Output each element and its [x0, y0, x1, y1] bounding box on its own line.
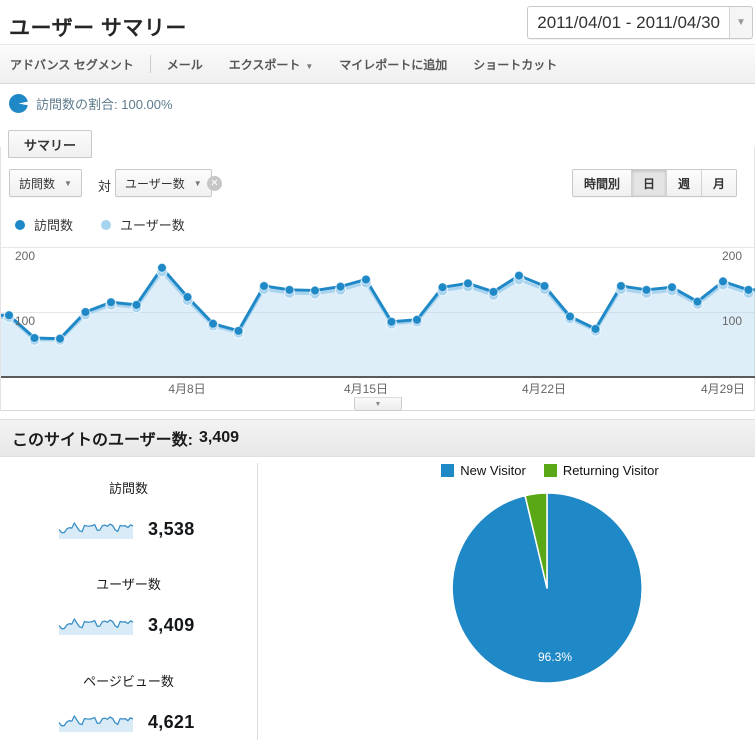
- visits-users-line-chart[interactable]: 200 100 200 100 4月8日 4月15日 4月22日 4月29日: [1, 239, 755, 411]
- visitor-type-legend: New Visitor Returning Visitor: [430, 463, 670, 478]
- x-tick-apr15: 4月15日: [344, 382, 388, 396]
- tab-summary[interactable]: サマリー: [8, 130, 93, 158]
- analytics-visitors-overview-page: ユーザー サマリー 2011/04/01 - 2011/04/30 ▼ アドバン…: [0, 0, 755, 740]
- toolbar-divider: [149, 55, 151, 73]
- metric-block-users: ユーザー数 3,409: [0, 574, 257, 636]
- y-tick-200-right: 200: [722, 249, 742, 263]
- granularity-month-button[interactable]: 月: [700, 170, 736, 196]
- chevron-down-icon: ▼: [193, 178, 202, 188]
- granularity-hourly-button[interactable]: 時間別: [572, 170, 631, 196]
- visits-sparkline[interactable]: [57, 519, 135, 540]
- email-button[interactable]: メール: [167, 56, 203, 73]
- advanced-segments-button[interactable]: アドバンス セグメント: [10, 56, 134, 73]
- granularity-button-group: 時間別 日 週 月: [571, 169, 737, 197]
- vs-label: 対: [98, 179, 112, 194]
- returning-visitor-legend-label: Returning Visitor: [562, 463, 659, 478]
- pageviews-sparkline[interactable]: [57, 712, 135, 733]
- close-icon[interactable]: ✕: [207, 176, 222, 191]
- new-visitor-legend-swatch-icon: [441, 464, 455, 477]
- collapse-arrow-icon: ▼: [374, 400, 382, 408]
- collapse-chart-button[interactable]: ▼: [354, 397, 402, 411]
- users-legend-dot-icon: [101, 219, 112, 230]
- add-to-dashboard-button[interactable]: マイレポートに追加: [339, 56, 447, 73]
- chart-legend: 訪問数 ユーザー数: [15, 215, 185, 234]
- site-users-label: このサイトのユーザー数:: [12, 432, 194, 449]
- chevron-down-icon: ▼: [305, 61, 314, 71]
- site-users-value: 3,409: [199, 429, 240, 446]
- chart-panel: 訪問数 ▼ 対 ユーザー数 ▼ ✕ 時間別 日 週 月 訪問数 ユーザー数 20…: [0, 147, 755, 411]
- metric-select-compare-label: ユーザー数: [125, 176, 185, 191]
- date-range-value[interactable]: 2011/04/01 - 2011/04/30: [528, 7, 730, 38]
- metric-users-label: ユーザー数: [96, 577, 161, 592]
- granularity-day-button[interactable]: 日: [630, 170, 666, 196]
- new-visitor-legend-label: New Visitor: [460, 463, 526, 478]
- x-tick-apr29: 4月29日: [701, 382, 745, 396]
- y-tick-200-left: 200: [15, 249, 35, 263]
- metric-users-value: 3,409: [148, 615, 195, 635]
- date-range-picker[interactable]: 2011/04/01 - 2011/04/30 ▼: [527, 6, 753, 39]
- export-button[interactable]: エクスポート ▼: [229, 56, 314, 73]
- visitor-type-pie-chart[interactable]: 96.3%: [437, 478, 657, 698]
- pie-percent-label: 96.3%: [538, 650, 572, 664]
- metric-visits-value: 3,538: [148, 519, 195, 539]
- y-tick-100-right: 100: [722, 314, 742, 328]
- granularity-week-button[interactable]: 週: [665, 170, 701, 196]
- page-title: ユーザー サマリー: [9, 17, 187, 40]
- visits-ratio-text: 訪問数の割合: 100.00%: [36, 97, 173, 112]
- metric-block-pageviews: ページビュー数 4,621: [0, 671, 257, 733]
- metric-pageviews-label: ページビュー数: [83, 674, 174, 689]
- metric-pageviews-value: 4,621: [148, 712, 195, 732]
- metric-block-visits: 訪問数 3,538: [0, 478, 257, 540]
- visits-ratio-row: 訪問数の割合: 100.00%: [9, 94, 173, 113]
- visits-legend-dot-icon: [15, 219, 25, 230]
- site-users-header: このサイトのユーザー数: 3,409: [0, 419, 755, 457]
- metric-select-primary[interactable]: 訪問数 ▼: [9, 169, 82, 197]
- column-divider: [257, 463, 258, 740]
- chevron-down-icon: ▼: [64, 178, 72, 188]
- metric-visits-label: 訪問数: [108, 481, 148, 496]
- metric-select-primary-label: 訪問数: [19, 176, 56, 191]
- users-sparkline[interactable]: [57, 615, 135, 636]
- chevron-down-icon[interactable]: ▼: [730, 7, 752, 38]
- x-tick-apr8: 4月8日: [168, 382, 205, 396]
- y-tick-100-left: 100: [15, 314, 35, 328]
- visits-legend-label: 訪問数: [34, 218, 74, 233]
- shortcut-button[interactable]: ショートカット: [473, 56, 557, 73]
- metric-select-compare[interactable]: ユーザー数 ▼: [115, 169, 212, 197]
- pie-segment-icon: [9, 94, 28, 113]
- returning-visitor-legend-swatch-icon: [543, 464, 557, 477]
- x-tick-apr22: 4月22日: [522, 382, 566, 396]
- users-legend-label: ユーザー数: [120, 218, 185, 233]
- report-toolbar: アドバンス セグメント メール エクスポート ▼ マイレポートに追加 ショートカッ…: [0, 44, 755, 84]
- x-axis-line: [1, 376, 755, 378]
